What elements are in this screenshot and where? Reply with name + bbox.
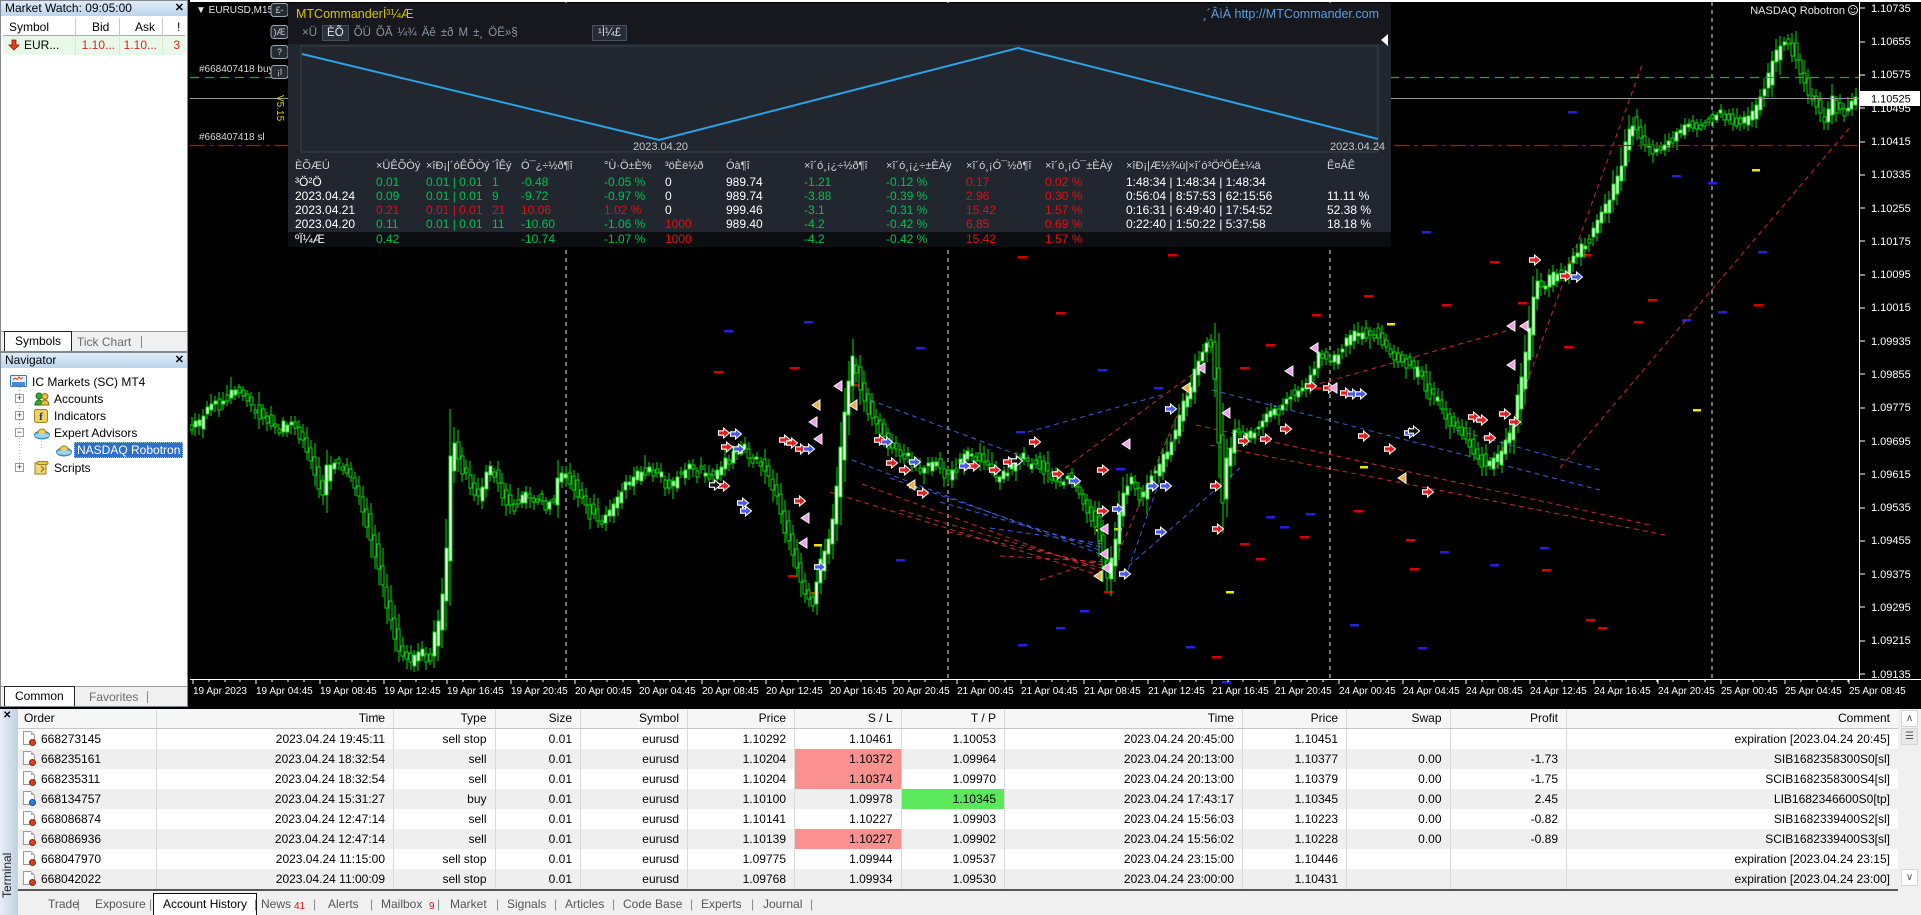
svg-text:1.09775: 1.09775 xyxy=(1871,402,1911,414)
svg-text:19 Apr 04:45: 19 Apr 04:45 xyxy=(256,686,313,697)
svg-text:1.09935: 1.09935 xyxy=(1871,336,1911,348)
svg-text:24 Apr 04:45: 24 Apr 04:45 xyxy=(1403,686,1460,697)
svg-text:25 Apr 04:45: 25 Apr 04:45 xyxy=(1785,686,1842,697)
svg-text:21 Apr 04:45: 21 Apr 04:45 xyxy=(1021,686,1078,697)
svg-text:2023.04.24: 2023.04.24 xyxy=(1330,141,1385,153)
svg-text:21 Apr 12:45: 21 Apr 12:45 xyxy=(1148,686,1205,697)
svg-text:21 Apr 08:45: 21 Apr 08:45 xyxy=(1084,686,1141,697)
svg-text:19 Apr 20:45: 19 Apr 20:45 xyxy=(511,686,568,697)
svg-text:19 Apr 16:45: 19 Apr 16:45 xyxy=(447,686,504,697)
svg-text:1.10575: 1.10575 xyxy=(1871,69,1911,81)
svg-text:1.10655: 1.10655 xyxy=(1871,36,1911,48)
svg-text:£-: £- xyxy=(275,5,283,15)
svg-text:#668407418 sl: #668407418 sl xyxy=(199,132,265,143)
svg-text:24 Apr 00:45: 24 Apr 00:45 xyxy=(1339,686,1396,697)
svg-text:¡l: ¡l xyxy=(277,67,282,77)
svg-text:1.09695: 1.09695 xyxy=(1871,436,1911,448)
svg-text:20 Apr 04:45: 20 Apr 04:45 xyxy=(639,686,696,697)
svg-text:1.09295: 1.09295 xyxy=(1871,602,1911,614)
svg-text:1.10095: 1.10095 xyxy=(1871,269,1911,281)
svg-text:1.09135: 1.09135 xyxy=(1871,669,1911,681)
svg-text:20 Apr 16:45: 20 Apr 16:45 xyxy=(830,686,887,697)
svg-text:24 Apr 08:45: 24 Apr 08:45 xyxy=(1466,686,1523,697)
svg-text:19 Apr 12:45: 19 Apr 12:45 xyxy=(384,686,441,697)
svg-text:24 Apr 20:45: 24 Apr 20:45 xyxy=(1658,686,1715,697)
svg-text:19 Apr 2023: 19 Apr 2023 xyxy=(193,686,247,697)
svg-text:21 Apr 00:45: 21 Apr 00:45 xyxy=(957,686,1014,697)
svg-text:1.09855: 1.09855 xyxy=(1871,369,1911,381)
svg-text:20 Apr 12:45: 20 Apr 12:45 xyxy=(766,686,823,697)
svg-text:#668407418 buy: #668407418 buy xyxy=(199,64,274,75)
svg-text:20 Apr 08:45: 20 Apr 08:45 xyxy=(702,686,759,697)
svg-text:1.09615: 1.09615 xyxy=(1871,469,1911,481)
svg-text:1.10735: 1.10735 xyxy=(1871,3,1911,15)
svg-text:1.09375: 1.09375 xyxy=(1871,569,1911,581)
svg-text:f: f xyxy=(39,411,43,423)
svg-text:1.09455: 1.09455 xyxy=(1871,535,1911,547)
svg-text:▼ EURUSD,M15: ▼ EURUSD,M15 xyxy=(196,5,274,16)
svg-text:21 Apr 16:45: 21 Apr 16:45 xyxy=(1212,686,1269,697)
svg-text:25 Apr 08:45: 25 Apr 08:45 xyxy=(1849,686,1906,697)
svg-text:?: ? xyxy=(277,47,282,57)
svg-text:25 Apr 00:45: 25 Apr 00:45 xyxy=(1721,686,1778,697)
svg-text:1.10255: 1.10255 xyxy=(1871,203,1911,215)
svg-text:1.09215: 1.09215 xyxy=(1871,635,1911,647)
svg-text:1.10015: 1.10015 xyxy=(1871,302,1911,314)
svg-text:21 Apr 20:45: 21 Apr 20:45 xyxy=(1275,686,1332,697)
svg-text:19 Apr 08:45: 19 Apr 08:45 xyxy=(320,686,377,697)
svg-text:24 Apr 12:45: 24 Apr 12:45 xyxy=(1530,686,1587,697)
svg-text:1.10335: 1.10335 xyxy=(1871,169,1911,181)
svg-text:24 Apr 16:45: 24 Apr 16:45 xyxy=(1594,686,1651,697)
svg-text:1.09535: 1.09535 xyxy=(1871,502,1911,514)
svg-text:1.10525: 1.10525 xyxy=(1871,94,1911,106)
svg-text:V5.15: V5.15 xyxy=(274,95,285,122)
svg-text:NASDAQ Robotron: NASDAQ Robotron xyxy=(1750,5,1845,17)
svg-text:2023.04.20: 2023.04.20 xyxy=(633,141,688,153)
svg-text:1.10415: 1.10415 xyxy=(1871,136,1911,148)
svg-text:20 Apr 00:45: 20 Apr 00:45 xyxy=(575,686,632,697)
svg-text:20 Apr 20:45: 20 Apr 20:45 xyxy=(893,686,950,697)
svg-text:1.10175: 1.10175 xyxy=(1871,236,1911,248)
svg-text:)Æ: )Æ xyxy=(274,27,286,37)
